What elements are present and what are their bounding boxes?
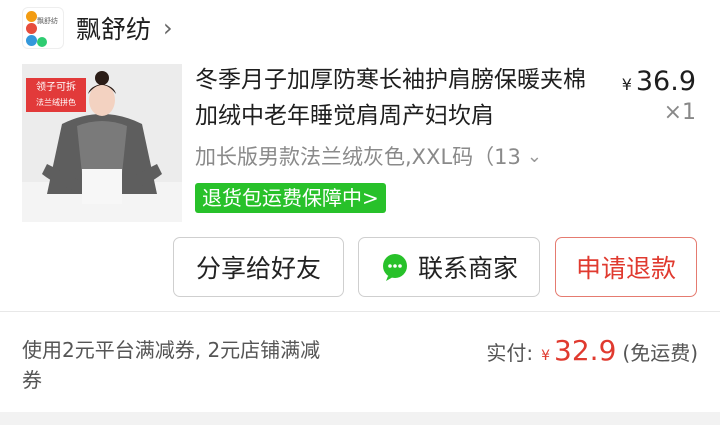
- chevron-down-icon[interactable]: ⌄: [527, 146, 542, 167]
- image-promo-tag: 领子可拆 法兰绒拼色: [26, 78, 86, 112]
- bottom-spacer: [0, 412, 720, 425]
- paid-currency: ¥: [541, 348, 551, 364]
- product-price: ¥36.9: [622, 66, 696, 97]
- image-promo-tag-sub: 法兰绒拼色: [36, 98, 76, 107]
- shipping-note: (免运费): [622, 341, 698, 365]
- divider: [0, 311, 720, 312]
- paid-total: 实付: ¥ 32.9 (免运费): [486, 334, 698, 367]
- paid-amount: 32.9: [554, 334, 617, 367]
- contact-seller-button[interactable]: 联系商家: [358, 237, 540, 297]
- shop-name[interactable]: 飘舒纺: [76, 10, 151, 46]
- shop-logo-text: 飘舒纺: [37, 17, 58, 25]
- sku-selector[interactable]: 加长版男款法兰绒灰色,XXL码（13 ⌄: [195, 141, 542, 171]
- refund-button-label: 申请退款: [575, 254, 676, 283]
- share-button[interactable]: 分享给好友: [173, 237, 344, 297]
- paid-label: 实付:: [486, 341, 534, 365]
- refund-button[interactable]: 申请退款: [555, 237, 697, 297]
- share-button-label: 分享给好友: [195, 254, 321, 283]
- coupon-info: 使用2元平台满减券, 2元店铺满减券: [22, 338, 321, 392]
- sku-text: 加长版男款法兰绒灰色,XXL码（13: [195, 145, 521, 169]
- chevron-right-icon[interactable]: ›: [163, 14, 173, 42]
- product-image[interactable]: 领子可拆 法兰绒拼色: [22, 64, 182, 222]
- product-quantity: ×1: [663, 100, 696, 125]
- chat-bubble-icon: [382, 254, 407, 281]
- price-currency: ¥: [621, 75, 632, 94]
- return-shipping-badge[interactable]: 退货包运费保障中>: [195, 183, 386, 213]
- shop-header[interactable]: 飘舒纺 飘舒纺 ›: [22, 6, 173, 50]
- price-value: 36.9: [635, 66, 696, 97]
- image-promo-tag-main: 领子可拆: [36, 82, 76, 93]
- contact-seller-label: 联系商家: [417, 254, 518, 283]
- product-title[interactable]: 冬季月子加厚防寒长袖护肩膀保暖夹棉加绒中老年睡觉肩周产妇坎肩: [195, 62, 605, 134]
- shop-logo: 飘舒纺: [22, 7, 64, 49]
